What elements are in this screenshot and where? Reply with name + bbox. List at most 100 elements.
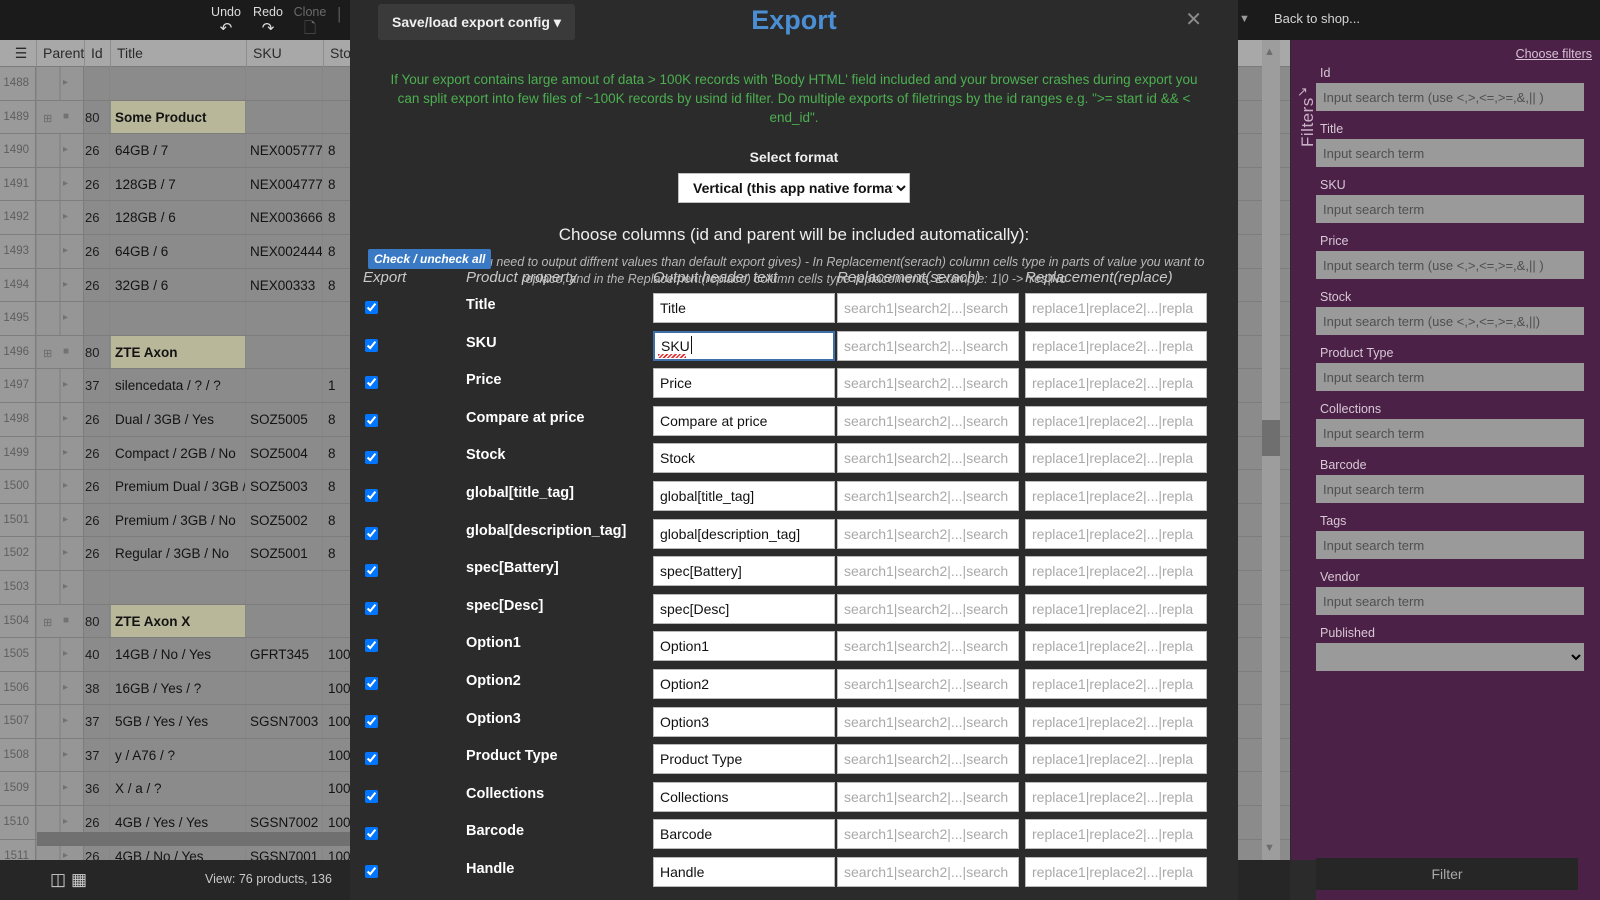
- filter-input-collections[interactable]: [1316, 419, 1584, 447]
- row-tree-cell[interactable]: ▸: [37, 772, 84, 806]
- export-checkbox-price[interactable]: [365, 376, 378, 390]
- cell-title[interactable]: Dual / 3GB / Yes: [111, 402, 246, 436]
- replacement-search-input-stock[interactable]: [837, 443, 1019, 474]
- cell-id[interactable]: [85, 67, 110, 100]
- cell-sku[interactable]: SOZ5004: [247, 436, 323, 470]
- replacement-replace-input-product-type[interactable]: [1025, 744, 1207, 775]
- sheet-col-id[interactable]: Id: [85, 40, 111, 67]
- cell-sku[interactable]: [247, 67, 323, 100]
- cell-title[interactable]: [111, 302, 246, 335]
- choose-filters-link[interactable]: Choose filters: [1516, 47, 1592, 61]
- format-select[interactable]: Vertical (this app native format): [678, 173, 910, 203]
- cell-sku[interactable]: NEX004777: [247, 167, 323, 201]
- cell-title[interactable]: Premium / 3GB / No: [111, 503, 246, 537]
- output-header-input-global-title-tag[interactable]: [653, 480, 835, 511]
- output-header-input-option3[interactable]: [653, 706, 835, 737]
- cell-title[interactable]: 128GB / 6: [111, 201, 246, 234]
- export-checkbox-global-description-tag[interactable]: [365, 526, 378, 540]
- cell-title[interactable]: 16GB / Yes / ?: [111, 671, 246, 705]
- output-header-input-collections[interactable]: [653, 781, 835, 812]
- cell-id[interactable]: 80: [85, 100, 110, 134]
- row-tree-cell[interactable]: ▸: [37, 503, 84, 537]
- replacement-search-input-global-title-tag[interactable]: [837, 480, 1019, 511]
- expand-arrow-icon[interactable]: ▸: [63, 77, 68, 88]
- replacement-replace-input-title[interactable]: [1025, 293, 1207, 323]
- expand-arrow-icon[interactable]: ▸: [63, 178, 68, 189]
- export-checkbox-barcode[interactable]: [365, 827, 378, 841]
- replacement-replace-input-sku[interactable]: [1025, 330, 1207, 361]
- output-header-input-spec-battery[interactable]: [653, 556, 835, 587]
- export-checkbox-option2[interactable]: [365, 676, 378, 690]
- cell-sku[interactable]: [247, 570, 323, 604]
- cell-id[interactable]: 26: [85, 537, 110, 570]
- cell-id[interactable]: 26: [85, 234, 110, 268]
- cell-sku[interactable]: NEX005777: [247, 134, 323, 167]
- cell-id[interactable]: [85, 302, 110, 335]
- replacement-replace-input-price[interactable]: [1025, 368, 1207, 399]
- cell-title[interactable]: 64GB / 7: [111, 134, 246, 167]
- replacement-replace-input-barcode[interactable]: [1025, 819, 1207, 850]
- export-checkbox-sku[interactable]: [365, 338, 378, 352]
- filter-input-product-type[interactable]: [1316, 363, 1584, 391]
- replacement-search-input-title[interactable]: [837, 293, 1019, 323]
- cell-title[interactable]: 64GB / 6: [111, 234, 246, 268]
- scroll-up-icon[interactable]: ▲: [1264, 46, 1275, 58]
- filter-input-id[interactable]: [1316, 83, 1584, 111]
- replacement-search-input-option2[interactable]: [837, 668, 1019, 699]
- replacement-search-input-barcode[interactable]: [837, 819, 1019, 850]
- cell-id[interactable]: [85, 570, 110, 604]
- sheet-menu-toggle[interactable]: ☰: [0, 40, 37, 67]
- row-tree-cell[interactable]: ▸: [37, 638, 84, 671]
- replacement-replace-input-spec-desc[interactable]: [1025, 593, 1207, 624]
- output-header-input-spec-desc[interactable]: [653, 593, 835, 624]
- replacement-search-input-spec-battery[interactable]: [837, 556, 1019, 587]
- sheet-vertical-scrollbar[interactable]: ▲ ▼: [1262, 40, 1280, 860]
- clone-button[interactable]: Clone 🗋: [289, 2, 331, 36]
- filter-input-sku[interactable]: [1316, 195, 1584, 223]
- replacement-replace-input-option2[interactable]: [1025, 668, 1207, 699]
- cell-id[interactable]: 26: [85, 167, 110, 201]
- expand-arrow-icon[interactable]: ▸: [63, 514, 68, 525]
- replacement-replace-input-global-description-tag[interactable]: [1025, 518, 1207, 549]
- cell-id[interactable]: 40: [85, 638, 110, 671]
- expand-arrow-icon[interactable]: ▸: [63, 480, 68, 491]
- row-tree-cell[interactable]: ▸: [37, 234, 84, 268]
- row-tree-cell[interactable]: ▸: [37, 436, 84, 470]
- cell-title[interactable]: silencedata / ? / ?: [111, 369, 246, 402]
- scroll-down-icon[interactable]: ▼: [1264, 842, 1275, 854]
- export-checkbox-option1[interactable]: [365, 639, 378, 653]
- expand-arrow-icon[interactable]: ▸: [63, 279, 68, 290]
- row-tree-cell[interactable]: ⊞ ■: [37, 100, 84, 134]
- replacement-replace-input-compare-at-price[interactable]: [1025, 405, 1207, 436]
- sheet-col-title[interactable]: Title: [111, 40, 247, 67]
- output-header-input-option2[interactable]: [653, 668, 835, 699]
- row-tree-cell[interactable]: ▸: [37, 369, 84, 402]
- export-checkbox-handle[interactable]: [365, 864, 378, 878]
- row-tree-cell[interactable]: ▸: [37, 201, 84, 234]
- cell-id[interactable]: 80: [85, 335, 110, 369]
- cell-sku[interactable]: NEX003666: [247, 201, 323, 234]
- output-header-input-sku[interactable]: [653, 330, 835, 361]
- undo-button[interactable]: Undo ↶: [205, 2, 247, 36]
- row-tree-cell[interactable]: ▸: [37, 738, 84, 772]
- cell-title[interactable]: [111, 570, 246, 604]
- replacement-replace-input-global-title-tag[interactable]: [1025, 480, 1207, 511]
- row-tree-cell[interactable]: ▸: [37, 67, 84, 100]
- replacement-search-input-price[interactable]: [837, 368, 1019, 399]
- chevron-down-icon[interactable]: ▼: [1239, 13, 1250, 25]
- row-tree-cell[interactable]: ▸: [37, 470, 84, 503]
- replacement-search-input-collections[interactable]: [837, 781, 1019, 812]
- cell-sku[interactable]: [247, 671, 323, 705]
- export-checkbox-collections[interactable]: [365, 789, 378, 803]
- expand-arrow-icon[interactable]: ▸: [63, 850, 68, 861]
- output-header-input-stock[interactable]: [653, 443, 835, 474]
- collapse-icon[interactable]: ⊞: [43, 112, 52, 125]
- cell-sku[interactable]: SOZ5003: [247, 470, 323, 503]
- expand-arrow-icon[interactable]: ▸: [63, 648, 68, 659]
- cell-sku[interactable]: SOZ5002: [247, 503, 323, 537]
- replacement-search-input-compare-at-price[interactable]: [837, 405, 1019, 436]
- cell-title[interactable]: Compact / 2GB / No: [111, 436, 246, 470]
- replacement-replace-input-collections[interactable]: [1025, 781, 1207, 812]
- row-tree-cell[interactable]: ▸: [37, 705, 84, 738]
- row-tree-cell[interactable]: ▸: [37, 268, 84, 302]
